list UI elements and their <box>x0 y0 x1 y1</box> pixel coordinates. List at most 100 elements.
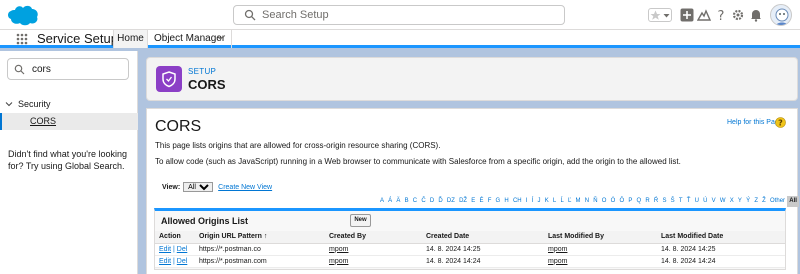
list-title: Allowed Origins List <box>161 216 249 226</box>
col-created-date[interactable]: Created Date <box>422 231 544 244</box>
star-icon[interactable] <box>649 9 662 21</box>
alphabet-letter[interactable]: U <box>692 196 701 207</box>
alphabet-letter[interactable]: X <box>728 196 736 207</box>
edit-link[interactable]: Edit <box>159 258 171 265</box>
alphabet-letter[interactable]: E <box>469 196 477 207</box>
table-row: Edit | Del https://*.postman.com mpom 14… <box>155 255 785 268</box>
modified-date-cell: 14. 8. 2024 14:24 <box>657 255 785 268</box>
help-icon[interactable]: ? <box>714 8 728 22</box>
alphabet-letter[interactable]: É <box>477 196 485 207</box>
alphabet-letter[interactable]: Š <box>669 196 677 207</box>
alphabet-letter[interactable]: S <box>660 196 668 207</box>
delete-link[interactable]: Del <box>177 258 188 265</box>
alphabet-letter[interactable]: Ž <box>760 196 768 207</box>
origins-table: Action Origin URL Pattern ↑ Created By C… <box>155 231 785 268</box>
no-results-help-text: Didn't find what you're looking for? Try… <box>8 149 128 171</box>
alphabet-letter[interactable]: A <box>378 196 386 207</box>
alphabet-letter[interactable]: Č <box>419 196 428 207</box>
alphabet-letter[interactable]: Ý <box>744 196 752 207</box>
alphabet-letter[interactable]: Ŕ <box>652 196 661 207</box>
search-input[interactable] <box>262 8 552 22</box>
row-actions: Edit | Del <box>155 255 195 268</box>
created-by-link[interactable]: mpom <box>329 258 348 265</box>
alphabet-letter[interactable]: T <box>677 196 685 207</box>
alphabet-letter[interactable]: Other <box>768 196 787 207</box>
alphabet-letter[interactable]: Y <box>736 196 744 207</box>
alphabet-letter[interactable]: M <box>573 196 582 207</box>
quick-find[interactable] <box>7 58 129 80</box>
origin-cell: https://*.postman.co <box>195 243 325 256</box>
chevron-down-icon[interactable] <box>662 9 671 21</box>
alphabet-letter[interactable]: R <box>643 196 652 207</box>
new-button[interactable]: New <box>350 214 371 227</box>
col-origin[interactable]: Origin URL Pattern ↑ <box>195 231 325 244</box>
alphabet-letter[interactable]: CH <box>511 196 524 207</box>
chevron-down-icon[interactable] <box>5 100 13 108</box>
alphabet-letter[interactable]: Z <box>752 196 760 207</box>
modified-by-link[interactable]: mpom <box>548 246 567 253</box>
delete-link[interactable]: Del <box>177 246 188 253</box>
view-selector-row: View: All Create New View <box>162 182 272 192</box>
chevron-down-icon[interactable] <box>216 33 225 42</box>
sidebar-item-cors[interactable]: CORS <box>0 113 138 130</box>
alphabet-letter[interactable]: Ď <box>436 196 445 207</box>
col-modified-date[interactable]: Last Modified Date <box>657 231 785 244</box>
user-avatar[interactable] <box>770 4 792 26</box>
alphabet-letter[interactable]: Ô <box>617 196 626 207</box>
alphabet-letter[interactable]: Ľ <box>566 196 574 207</box>
alphabet-letter[interactable]: P <box>626 196 634 207</box>
created-by-link[interactable]: mpom <box>329 246 348 253</box>
col-created-by[interactable]: Created By <box>325 231 422 244</box>
gear-icon[interactable] <box>731 8 745 22</box>
tab-home[interactable]: Home <box>113 30 148 48</box>
alphabet-letter[interactable]: L <box>551 196 559 207</box>
favorites-button[interactable] <box>648 8 672 22</box>
tree-section-security[interactable]: Security <box>5 99 51 109</box>
tab-object-manager[interactable]: Object Manager <box>148 30 232 48</box>
alphabet-letter[interactable]: H <box>502 196 511 207</box>
modified-by-cell: mpom <box>544 243 657 256</box>
create-new-view-link[interactable]: Create New View <box>218 184 272 191</box>
add-icon[interactable] <box>680 8 694 22</box>
alphabet-letter[interactable]: DŽ <box>457 196 469 207</box>
allowed-origins-list: Allowed Origins List New Action Origin U… <box>154 208 786 270</box>
alphabet-letter[interactable]: Ú <box>701 196 710 207</box>
alphabet-letter[interactable]: Ó <box>609 196 618 207</box>
alphabet-letter[interactable]: G <box>493 196 502 207</box>
created-date-cell: 14. 8. 2024 14:24 <box>422 255 544 268</box>
content-title: CORS <box>155 118 202 135</box>
alphabet-letter[interactable]: DZ <box>445 196 457 207</box>
alphabet-letter[interactable]: All <box>787 196 799 207</box>
page-header-eyebrow: SETUP <box>188 67 217 76</box>
alphabet-letter[interactable]: Q <box>634 196 643 207</box>
alphabet-letter[interactable]: V <box>710 196 718 207</box>
alphabet-letter[interactable]: Ť <box>685 196 693 207</box>
salesforce-logo-icon[interactable] <box>6 4 40 26</box>
quick-find-input[interactable] <box>32 62 122 76</box>
help-question-icon[interactable]: ? <box>775 117 786 128</box>
notifications-bell-icon[interactable] <box>749 8 763 22</box>
col-modified-by[interactable]: Last Modified By <box>544 231 657 244</box>
page-header: SETUP CORS <box>146 57 798 101</box>
alphabet-letter[interactable]: Á <box>386 196 394 207</box>
tab-object-manager-label: Object Manager <box>154 33 226 44</box>
alphabet-letter[interactable]: J <box>535 196 542 207</box>
global-search[interactable] <box>233 5 565 25</box>
modified-by-link[interactable]: mpom <box>548 258 567 265</box>
trailhead-icon[interactable] <box>697 8 711 22</box>
alphabet-letter[interactable]: F <box>486 196 494 207</box>
alphabet-letter[interactable]: W <box>718 196 728 207</box>
alphabet-letter[interactable]: K <box>543 196 551 207</box>
alphabet-letter[interactable]: C <box>411 196 420 207</box>
alphabet-letter[interactable]: Ä <box>394 196 402 207</box>
alphabet-letter[interactable]: N <box>583 196 592 207</box>
view-select[interactable]: All <box>183 182 214 192</box>
created-by-cell: mpom <box>325 255 422 268</box>
alphabet-letter[interactable]: Ĺ <box>558 196 566 207</box>
alphabet-letter[interactable]: B <box>402 196 410 207</box>
edit-link[interactable]: Edit <box>159 246 171 253</box>
alphabet-letter[interactable]: D <box>428 196 437 207</box>
alphabet-letter[interactable]: Ň <box>591 196 600 207</box>
app-launcher-icon[interactable] <box>16 33 28 45</box>
alphabet-letter[interactable]: O <box>600 196 609 207</box>
